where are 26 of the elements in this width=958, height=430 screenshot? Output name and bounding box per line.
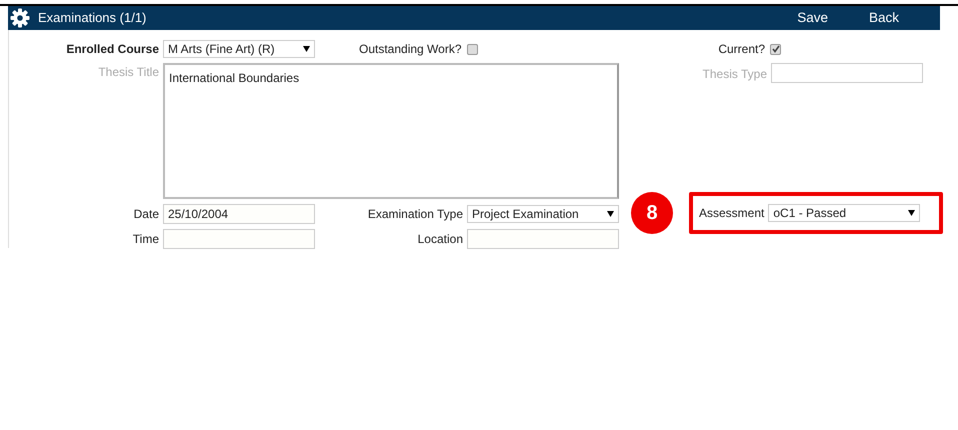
checkbox-label: Current? (718, 41, 765, 58)
field-label: Date (132, 206, 159, 223)
header-link[interactable]: Back (868, 8, 899, 28)
input-field[interactable] (771, 63, 923, 83)
field-label: Thesis Type (702, 66, 767, 83)
input-field[interactable] (163, 229, 315, 249)
input-field[interactable] (467, 229, 619, 249)
step-number-badge: 8 (631, 192, 673, 234)
panel-title: Examinations (1/1) (38, 9, 148, 28)
field-label: Thesis Title (97, 64, 159, 81)
checkbox[interactable] (466, 44, 478, 54)
header-link[interactable]: Save (797, 8, 828, 28)
field-label: Location (416, 231, 463, 248)
field-label: Enrolled Course (65, 41, 159, 58)
field-label: Assessment (699, 205, 764, 222)
input-field[interactable]: 25/10/2004 (163, 204, 315, 224)
caret-icon (303, 46, 310, 52)
caret-icon (607, 211, 614, 217)
field-label: Time (132, 231, 159, 248)
checkbox-label: Outstanding Work? (359, 41, 462, 58)
caret-icon (908, 210, 916, 216)
field-label: Examination Type (366, 206, 463, 223)
dropdown[interactable]: M Arts (Fine Art) (R) (163, 40, 315, 58)
checkbox[interactable] (770, 44, 781, 54)
dropdown[interactable]: Project Examination (467, 205, 619, 223)
dropdown[interactable]: oC1 - Passed (768, 204, 920, 222)
